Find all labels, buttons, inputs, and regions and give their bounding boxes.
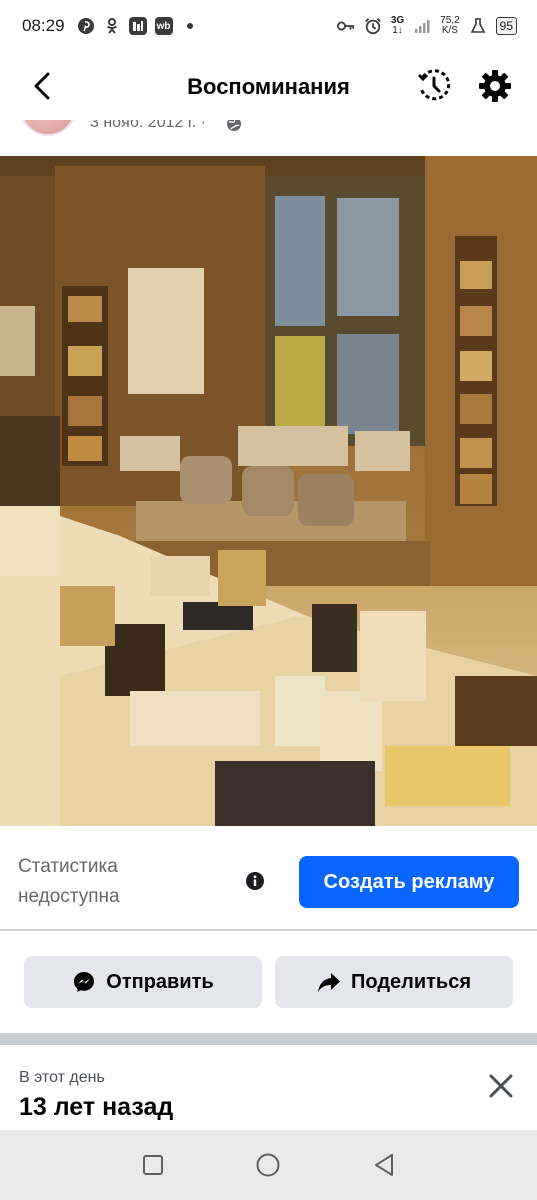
status-left-icons: wb bbox=[77, 17, 193, 35]
gear-icon bbox=[479, 70, 511, 102]
wb-icon: wb bbox=[154, 17, 173, 35]
memory-title: 13 лет назад bbox=[19, 1093, 174, 1121]
memory-card: В этот день 13 лет назад bbox=[0, 1045, 537, 1130]
settings-button[interactable] bbox=[475, 66, 515, 106]
post-photo[interactable] bbox=[0, 156, 537, 826]
nav-back-button[interactable] bbox=[364, 1145, 404, 1185]
notification-dot bbox=[186, 23, 193, 29]
battery-indicator: 95 bbox=[495, 17, 517, 35]
network-speed: 75,2 K/S bbox=[440, 15, 460, 36]
home-circle-icon bbox=[256, 1153, 280, 1177]
status-bar: 08:29 wb 3G 1↓ 75,2 K/S 95 bbox=[0, 0, 537, 52]
post-actions: Отправить Поделиться bbox=[0, 931, 537, 1033]
share-button[interactable]: Поделиться bbox=[275, 956, 513, 1008]
share-label: Поделиться bbox=[350, 970, 472, 993]
create-ad-button[interactable]: Создать рекламу bbox=[299, 856, 519, 908]
alarm-icon bbox=[364, 17, 382, 35]
recents-button[interactable] bbox=[133, 1145, 173, 1185]
pinterest-icon bbox=[77, 17, 95, 35]
flask-icon bbox=[469, 17, 487, 35]
send-label: Отправить bbox=[106, 970, 214, 993]
stats-unavailable-text: Статистика недоступна bbox=[18, 856, 120, 907]
close-icon bbox=[489, 1074, 513, 1098]
memory-subtitle: В этот день bbox=[19, 1069, 105, 1086]
status-time: 08:29 bbox=[22, 16, 65, 35]
signal-icon bbox=[413, 17, 431, 35]
info-icon[interactable] bbox=[245, 871, 265, 891]
network-type: 3G 1↓ bbox=[390, 15, 405, 36]
history-button[interactable] bbox=[414, 66, 454, 106]
history-clock-icon bbox=[417, 69, 451, 101]
share-arrow-icon bbox=[317, 973, 340, 992]
recents-square-icon bbox=[142, 1155, 163, 1175]
messenger-icon bbox=[74, 972, 95, 992]
home-button[interactable] bbox=[248, 1145, 288, 1185]
status-right: 3G 1↓ 75,2 K/S 95 bbox=[336, 15, 517, 36]
section-separator bbox=[0, 1033, 537, 1045]
back-triangle-icon bbox=[375, 1154, 394, 1176]
key-icon bbox=[336, 17, 355, 35]
page-title: Воспоминания bbox=[187, 74, 350, 99]
send-button[interactable]: Отправить bbox=[24, 956, 262, 1008]
system-nav-bar bbox=[0, 1130, 537, 1200]
close-button[interactable] bbox=[484, 1069, 518, 1103]
app-header: Воспоминания bbox=[0, 52, 537, 120]
app-square-icon bbox=[128, 17, 147, 35]
bookstore-photo bbox=[0, 156, 537, 826]
odnoklassniki-icon bbox=[103, 17, 121, 35]
